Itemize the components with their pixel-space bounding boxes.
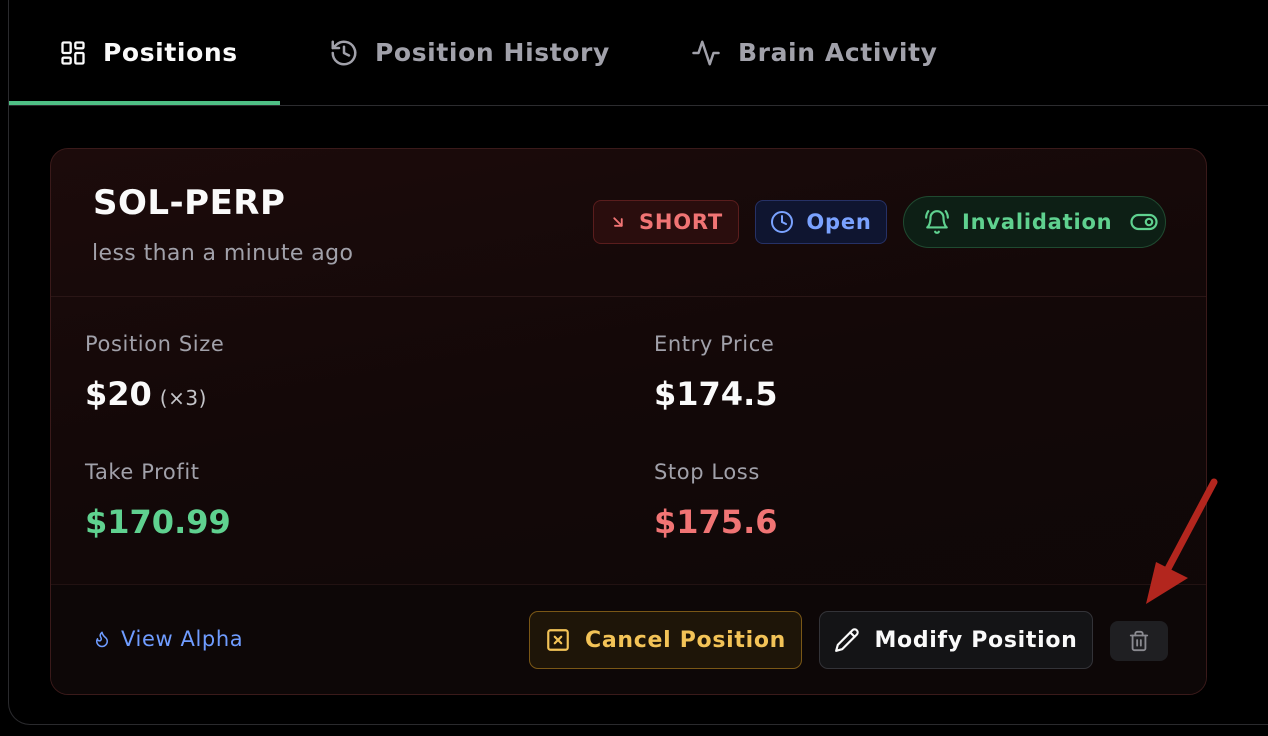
position-stats: Position Size $20 (×3) Entry Price $174.5… xyxy=(51,297,1206,585)
invalidation-toggle[interactable]: Invalidation xyxy=(903,196,1166,248)
arrow-down-right-icon xyxy=(609,213,627,231)
position-size-amount: $20 xyxy=(85,375,152,413)
take-profit-value: $170.99 xyxy=(85,503,231,541)
tab-label: Brain Activity xyxy=(738,38,938,67)
cancel-position-button[interactable]: Cancel Position xyxy=(529,611,802,669)
entry-price-label: Entry Price xyxy=(654,332,775,356)
tab-label: Positions xyxy=(103,38,238,67)
invalidation-label: Invalidation xyxy=(962,210,1113,234)
status-badge: Open xyxy=(755,200,887,244)
toggle-icon xyxy=(1130,212,1159,232)
status-badge-label: Open xyxy=(806,210,872,234)
activity-icon xyxy=(690,38,722,68)
annotation-arrow xyxy=(1140,478,1220,612)
history-icon xyxy=(329,38,359,68)
tab-bar: Positions Position History Brain Activit… xyxy=(9,0,1268,106)
delete-position-button[interactable] xyxy=(1110,621,1168,661)
entry-price-value: $174.5 xyxy=(654,375,778,413)
position-card-header: SOL-PERP less than a minute ago SHORT Op… xyxy=(51,149,1206,297)
view-alpha-label: View Alpha xyxy=(121,627,244,651)
cancel-position-label: Cancel Position xyxy=(584,627,787,653)
flame-icon xyxy=(93,628,111,650)
tab-brain-activity[interactable]: Brain Activity xyxy=(690,0,938,105)
position-card: SOL-PERP less than a minute ago SHORT Op… xyxy=(50,148,1207,695)
bell-ring-icon xyxy=(924,209,950,235)
view-alpha-link[interactable]: View Alpha xyxy=(93,627,243,651)
positions-panel: Positions Position History Brain Activit… xyxy=(8,0,1268,725)
take-profit-label: Take Profit xyxy=(85,460,200,484)
position-card-footer: View Alpha Cancel Position Modify Positi… xyxy=(51,584,1206,694)
clock-icon xyxy=(770,210,794,234)
stop-loss-value: $175.6 xyxy=(654,503,778,541)
stop-loss-label: Stop Loss xyxy=(654,460,760,484)
modify-position-button[interactable]: Modify Position xyxy=(819,611,1093,669)
trash-icon xyxy=(1128,629,1150,653)
position-symbol: SOL-PERP xyxy=(93,183,286,223)
grid-icon xyxy=(59,39,87,67)
position-timestamp: less than a minute ago xyxy=(92,241,354,266)
square-x-icon xyxy=(545,627,571,653)
active-tab-indicator xyxy=(9,101,280,105)
side-badge-label: SHORT xyxy=(638,210,724,234)
tab-position-history[interactable]: Position History xyxy=(329,0,610,105)
pencil-icon xyxy=(834,627,860,653)
leverage-multiplier: (×3) xyxy=(159,386,207,410)
position-size-label: Position Size xyxy=(85,332,225,356)
side-badge: SHORT xyxy=(593,200,739,244)
position-size-value: $20 (×3) xyxy=(85,375,207,413)
tab-positions[interactable]: Positions xyxy=(59,0,238,105)
modify-position-label: Modify Position xyxy=(874,627,1078,653)
tab-label: Position History xyxy=(375,38,610,67)
